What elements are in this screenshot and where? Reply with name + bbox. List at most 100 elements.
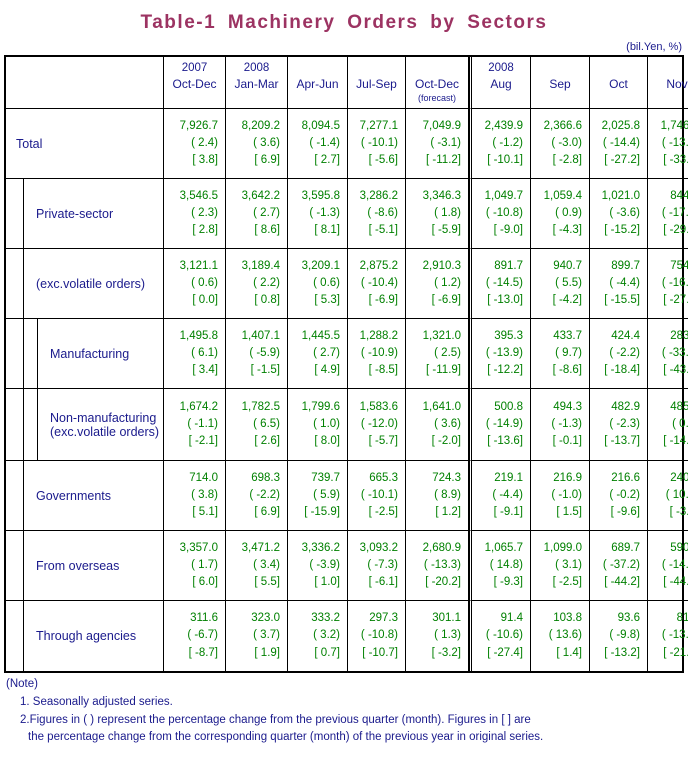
value-yoy-change: [ 2.8] (192, 224, 218, 237)
value-qoq-change: ( 2.5) (434, 346, 461, 359)
header-col-oct-dec: 2007 Oct-Dec (164, 57, 226, 109)
data-cell: 1,407.1 ( -5.9) [ -1.5] (226, 319, 288, 389)
value-yoy-change: [ -4.2] (552, 294, 582, 307)
value-qoq-change: ( 1.0) (313, 417, 340, 430)
value-yoy-change: [ 8.0] (314, 435, 340, 448)
data-cell: 2,366.6 ( -3.0) [ -2.8] (531, 109, 590, 179)
data-cell: 500.8 ( -14.9) [ -13.6] (469, 389, 531, 461)
row-label-governments: Governments (6, 461, 164, 531)
value-level: 494.3 (553, 400, 582, 413)
header-period: Oct-Dec (414, 77, 459, 92)
value-level: 3,546.5 (179, 189, 218, 202)
value-yoy-change: [ -14.3] (663, 435, 688, 448)
row-label-line-1: (exc.volatile orders) (36, 276, 146, 291)
value-level: 323.0 (251, 612, 280, 625)
value-qoq-change: ( 3.8) (191, 488, 218, 501)
header-year (435, 61, 438, 77)
data-cell: 3,595.8 ( -1.3) [ 8.1] (288, 179, 348, 249)
value-qoq-change: ( 5.9) (313, 488, 340, 501)
value-level: 3,286.2 (359, 189, 398, 202)
row-label-line-1: Governments (36, 488, 112, 503)
value-level: 103.8 (553, 612, 582, 625)
header-col-nov: Nov (648, 57, 688, 109)
value-qoq-change: ( 0.6) (191, 276, 218, 289)
value-yoy-change: [ 8.1] (314, 224, 340, 237)
value-level: 7,926.7 (179, 119, 218, 132)
value-level: 297.3 (369, 612, 398, 625)
header-year (558, 61, 561, 77)
value-qoq-change: ( -1.3) (309, 206, 340, 219)
value-level: 3,189.4 (241, 259, 280, 272)
value-yoy-change: [ -33.1] (663, 154, 688, 167)
data-cell: 482.9 ( -2.3) [ -13.7] (590, 389, 648, 461)
header-period: Nov (666, 77, 688, 92)
value-level: 891.7 (494, 259, 523, 272)
value-level: 1,321.0 (422, 329, 461, 342)
value-qoq-change: ( 0.5) (672, 417, 688, 430)
value-yoy-change: [ -6.9] (368, 294, 398, 307)
value-qoq-change: ( 2.3) (191, 206, 218, 219)
value-level: 3,121.1 (179, 259, 218, 272)
value-qoq-change: ( 0.9) (555, 206, 582, 219)
data-cell: 689.7 ( -37.2) [ -44.2] (590, 531, 648, 601)
value-qoq-change: ( -3.1) (430, 136, 461, 149)
value-yoy-change: [ -2.1] (188, 435, 218, 448)
value-yoy-change: [ 1.5] (556, 506, 582, 519)
value-level: 216.9 (553, 471, 582, 484)
value-qoq-change: ( -10.4) (360, 276, 398, 289)
data-cell: 81.1 ( -13.4) [ -21.4] (648, 601, 688, 671)
data-cell: 891.7 ( -14.5) [ -13.0] (469, 249, 531, 319)
value-yoy-change: [ -10.7] (362, 646, 398, 659)
value-yoy-change: [ -0.1] (552, 435, 582, 448)
value-yoy-change: [ 2.7] (314, 154, 340, 167)
data-cell: 8,094.5 ( -1.4) [ 2.7] (288, 109, 348, 179)
value-level: 219.1 (494, 471, 523, 484)
value-yoy-change: [ -10.1] (487, 154, 523, 167)
data-cell: 1,288.2 ( -10.9) [ -8.5] (348, 319, 406, 389)
data-cell: 1,746.1 ( -13.8) [ -33.1] (648, 109, 688, 179)
table-page: Table-1 Machinery Orders by Sectors (bil… (0, 0, 688, 766)
value-qoq-change: ( -4.4) (492, 488, 523, 501)
row-label-text-wrap: From overseas (36, 559, 119, 573)
value-level: 1,445.5 (301, 329, 340, 342)
note-item-1: 1. Seasonally adjusted series. (20, 695, 173, 708)
header-period: Oct-Dec (172, 77, 217, 92)
page-title: Table-1 Machinery Orders by Sectors (140, 12, 548, 33)
value-qoq-change: ( 13.6) (548, 629, 582, 642)
value-level: 665.3 (369, 471, 398, 484)
header-subnote (255, 92, 258, 104)
value-yoy-change: [ 6.0] (192, 576, 218, 589)
value-yoy-change: [ -15.5] (604, 294, 640, 307)
value-level: 3,209.1 (301, 259, 340, 272)
value-level: 844.0 (670, 189, 688, 202)
data-cell: 395.3 ( -13.9) [ -12.2] (469, 319, 531, 389)
data-cell: 1,059.4 ( 0.9) [ -4.3] (531, 179, 590, 249)
row-label-from-overseas: From overseas (6, 531, 164, 601)
value-yoy-change: [ -44.0] (663, 576, 688, 589)
data-cell: 7,926.7 ( 2.4) [ 3.8] (164, 109, 226, 179)
data-cell: 3,121.1 ( 0.6) [ 0.0] (164, 249, 226, 319)
data-cell: 301.1 ( 1.3) [ -3.2] (406, 601, 469, 671)
value-level: 1,674.2 (179, 400, 218, 413)
value-yoy-change: [ 5.3] (314, 294, 340, 307)
header-period: Apr-Jun (296, 77, 339, 92)
value-level: 1,059.4 (543, 189, 582, 202)
value-level: 1,407.1 (241, 329, 280, 342)
value-level: 482.9 (611, 400, 640, 413)
data-cell: 3,357.0 ( 1.7) [ 6.0] (164, 531, 226, 601)
row-label-total: Total (6, 109, 164, 179)
header-col-oct-dec: Oct-Dec (forecast) (406, 57, 469, 109)
data-cell: 216.6 ( -0.2) [ -9.6] (590, 461, 648, 531)
data-cell: 91.4 ( -10.6) [ -27.4] (469, 601, 531, 671)
value-yoy-change: [ -15.9] (304, 506, 340, 519)
value-qoq-change: ( -1.4) (309, 136, 340, 149)
value-qoq-change: ( -9.8) (609, 629, 640, 642)
row-label-text-wrap: Governments (36, 489, 111, 503)
value-qoq-change: ( -14.9) (485, 417, 523, 430)
value-qoq-change: ( 1.3) (434, 629, 461, 642)
row-label-private-sector: Private-sector (6, 179, 164, 249)
row-label-line-1: Total (16, 136, 43, 151)
value-qoq-change: ( -1.3) (551, 417, 582, 430)
header-period: Jan-Mar (234, 77, 279, 92)
value-qoq-change: ( -3.0) (551, 136, 582, 149)
